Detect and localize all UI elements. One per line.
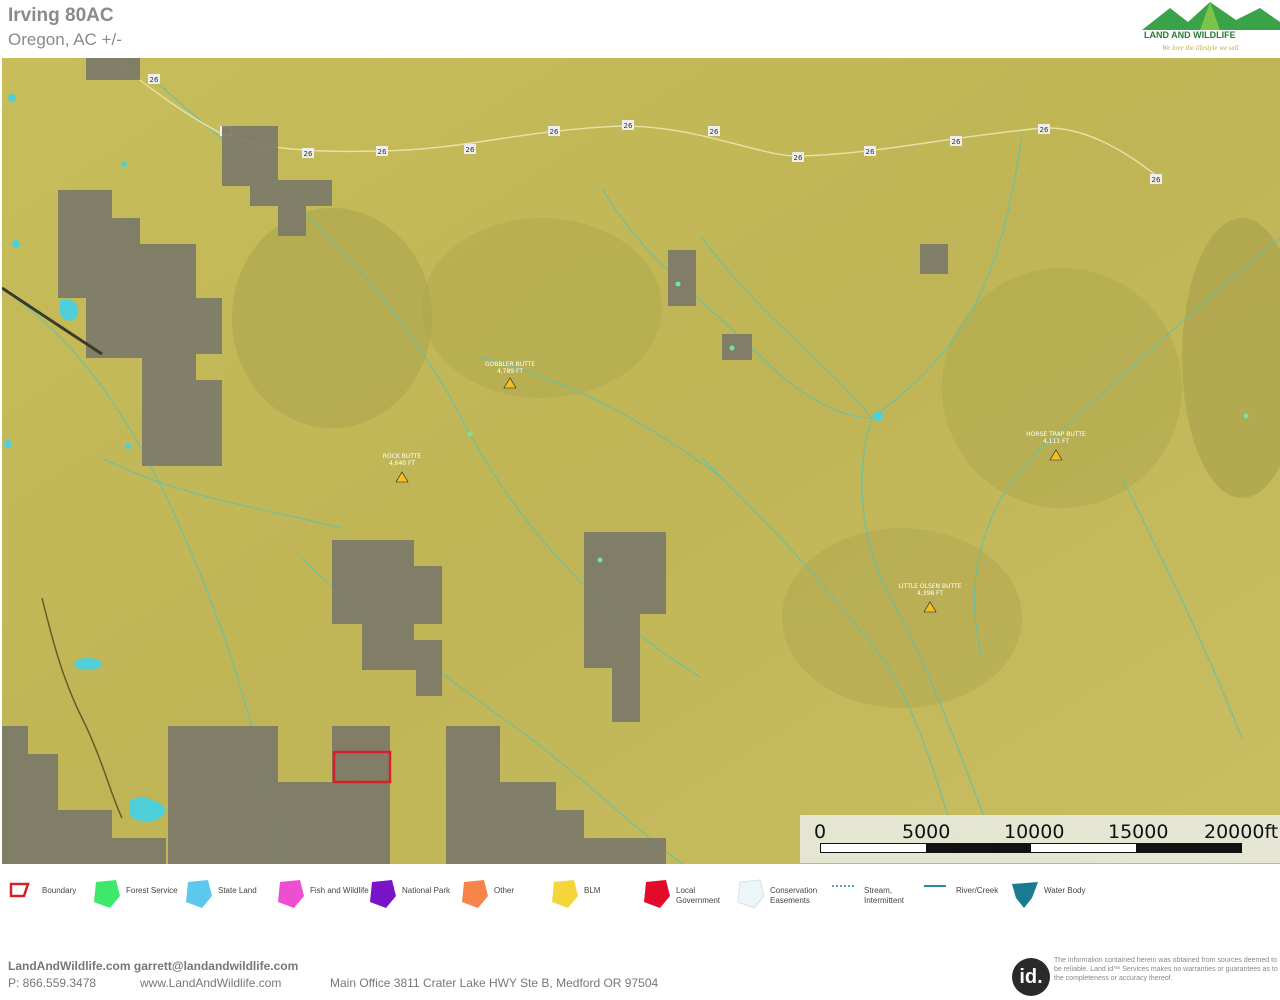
scale-label: 5000 — [902, 821, 951, 843]
legend-label: BLM — [584, 886, 601, 895]
header: Irving 80AC Oregon, AC +/- LAND AND WILD… — [0, 0, 1280, 58]
highway-label: 26 — [952, 138, 961, 146]
scale-label: 0 — [814, 821, 827, 843]
footer-phone: P: 866.559.3478 — [8, 976, 97, 990]
highway-label: 26 — [466, 146, 475, 154]
peak-name: ROCK BUTTE — [383, 453, 422, 460]
water-body — [873, 411, 883, 421]
legend-label: Stream, Intermittent — [864, 886, 905, 905]
legend-label: Forest Service — [126, 886, 178, 895]
water-body — [121, 161, 127, 167]
peak-name: GOBBLER BUTTE — [485, 361, 536, 368]
highway-label: 26 — [866, 148, 875, 156]
legend-item-water-body: Water Body — [1010, 878, 1100, 912]
water-body — [74, 658, 102, 670]
highway-label: 26 — [1040, 126, 1049, 134]
land-id-logo: id. — [1012, 958, 1050, 996]
legend-item-national-park: National Park — [368, 878, 454, 912]
private-parcel — [920, 244, 948, 274]
legend-label: National Park — [402, 886, 451, 895]
scale-label: 20000ft — [1204, 821, 1279, 843]
footer-contact[interactable]: LandAndWildlife.com garrett@landandwildl… — [8, 959, 298, 973]
legend-item-boundary: Boundary — [8, 878, 88, 912]
map-view[interactable]: 26 26 26 26 26 26 26 26 26 26 26 26 26 — [2, 58, 1280, 864]
scale-bar: 0 5000 10000 15000 20000ft — [800, 815, 1280, 863]
legend-label: Local Government — [676, 886, 721, 905]
highway-label: 26 — [378, 148, 387, 156]
terrain-shade — [422, 218, 662, 398]
peak-name: LITTLE OLSEN BUTTE — [899, 583, 962, 590]
map-subtitle: Oregon, AC +/- — [8, 30, 122, 49]
logo-text: LAND AND WILDLIFE — [1144, 30, 1236, 40]
peak-elevation: 4,789 FT — [497, 368, 523, 375]
peak-name: HORSE TRAP BUTTE — [1026, 431, 1086, 438]
footer-website[interactable]: www.LandAndWildlife.com — [140, 976, 281, 990]
highway-label: 26 — [710, 128, 719, 136]
highway-label: 26 — [794, 154, 803, 162]
private-parcel — [668, 250, 696, 306]
local-government-icon — [644, 880, 670, 908]
peak-elevation: 4,640 FT — [389, 460, 415, 467]
legend-label: State Land — [218, 886, 257, 895]
legend-item-forest-service: Forest Service — [92, 878, 178, 912]
scale-label: 15000 — [1108, 821, 1169, 843]
boundary-icon — [9, 882, 30, 898]
other-icon — [462, 880, 488, 908]
legend-label: Water Body — [1044, 886, 1086, 895]
national-park-icon — [370, 880, 396, 908]
scale-ruler — [820, 843, 1242, 853]
highway-label: 26 — [304, 150, 313, 158]
legend-item-state-land: State Land — [184, 878, 270, 912]
legend-label: Other — [494, 886, 515, 895]
state-land-icon — [186, 880, 212, 908]
blm-icon — [552, 880, 578, 908]
legend-label: Conservation Easements — [770, 886, 818, 905]
forest-service-icon — [94, 880, 120, 908]
map-title: Irving 80AC — [8, 5, 114, 26]
private-parcel — [86, 58, 140, 80]
legend-label: Fish and Wildlife — [310, 886, 369, 895]
river-creek-icon — [924, 885, 946, 887]
terrain-shade — [942, 268, 1182, 508]
legend-item-conservation-easements: Conservation Easements — [736, 878, 826, 912]
footer: LandAndWildlife.com garrett@landandwildl… — [0, 955, 1280, 1000]
highway-label: 26 — [550, 128, 559, 136]
scale-label: 10000 — [1004, 821, 1065, 843]
footer-disclaimer: The information contained herein was obt… — [1054, 957, 1278, 982]
map-legend: Boundary Forest Service State Land Fish … — [0, 868, 1280, 918]
fish-wildlife-icon — [278, 880, 304, 908]
stream-intermittent-icon — [832, 885, 854, 887]
legend-item-blm: BLM — [550, 878, 636, 912]
legend-item-fish-wildlife: Fish and Wildlife — [276, 878, 369, 912]
logo-tagline: We love the lifestyle we sell — [1162, 44, 1239, 52]
water-body — [4, 440, 12, 448]
water-body — [8, 94, 16, 102]
highway-label: 26 — [1152, 176, 1161, 184]
highway-label: 26 — [150, 76, 159, 84]
legend-item-river-creek: River/Creek — [922, 878, 1010, 912]
conservation-easements-icon — [737, 879, 765, 909]
land-and-wildlife-logo[interactable]: LAND AND WILDLIFE We love the lifestyle … — [1140, 0, 1280, 58]
highway-label: 26 — [624, 122, 633, 130]
legend-item-local-government: Local Government — [642, 878, 732, 912]
water-body-icon — [1012, 882, 1038, 908]
private-parcel — [722, 334, 752, 360]
peak-elevation: 4,398 FT — [917, 590, 943, 597]
legend-item-stream-intermittent: Stream, Intermittent — [830, 878, 918, 912]
peak-elevation: 4,111 FT — [1043, 438, 1069, 445]
water-body — [125, 443, 131, 449]
legend-item-other: Other — [460, 878, 546, 912]
footer-address: Main Office 3811 Crater Lake HWY Ste B, … — [330, 976, 659, 990]
water-body — [12, 240, 20, 248]
